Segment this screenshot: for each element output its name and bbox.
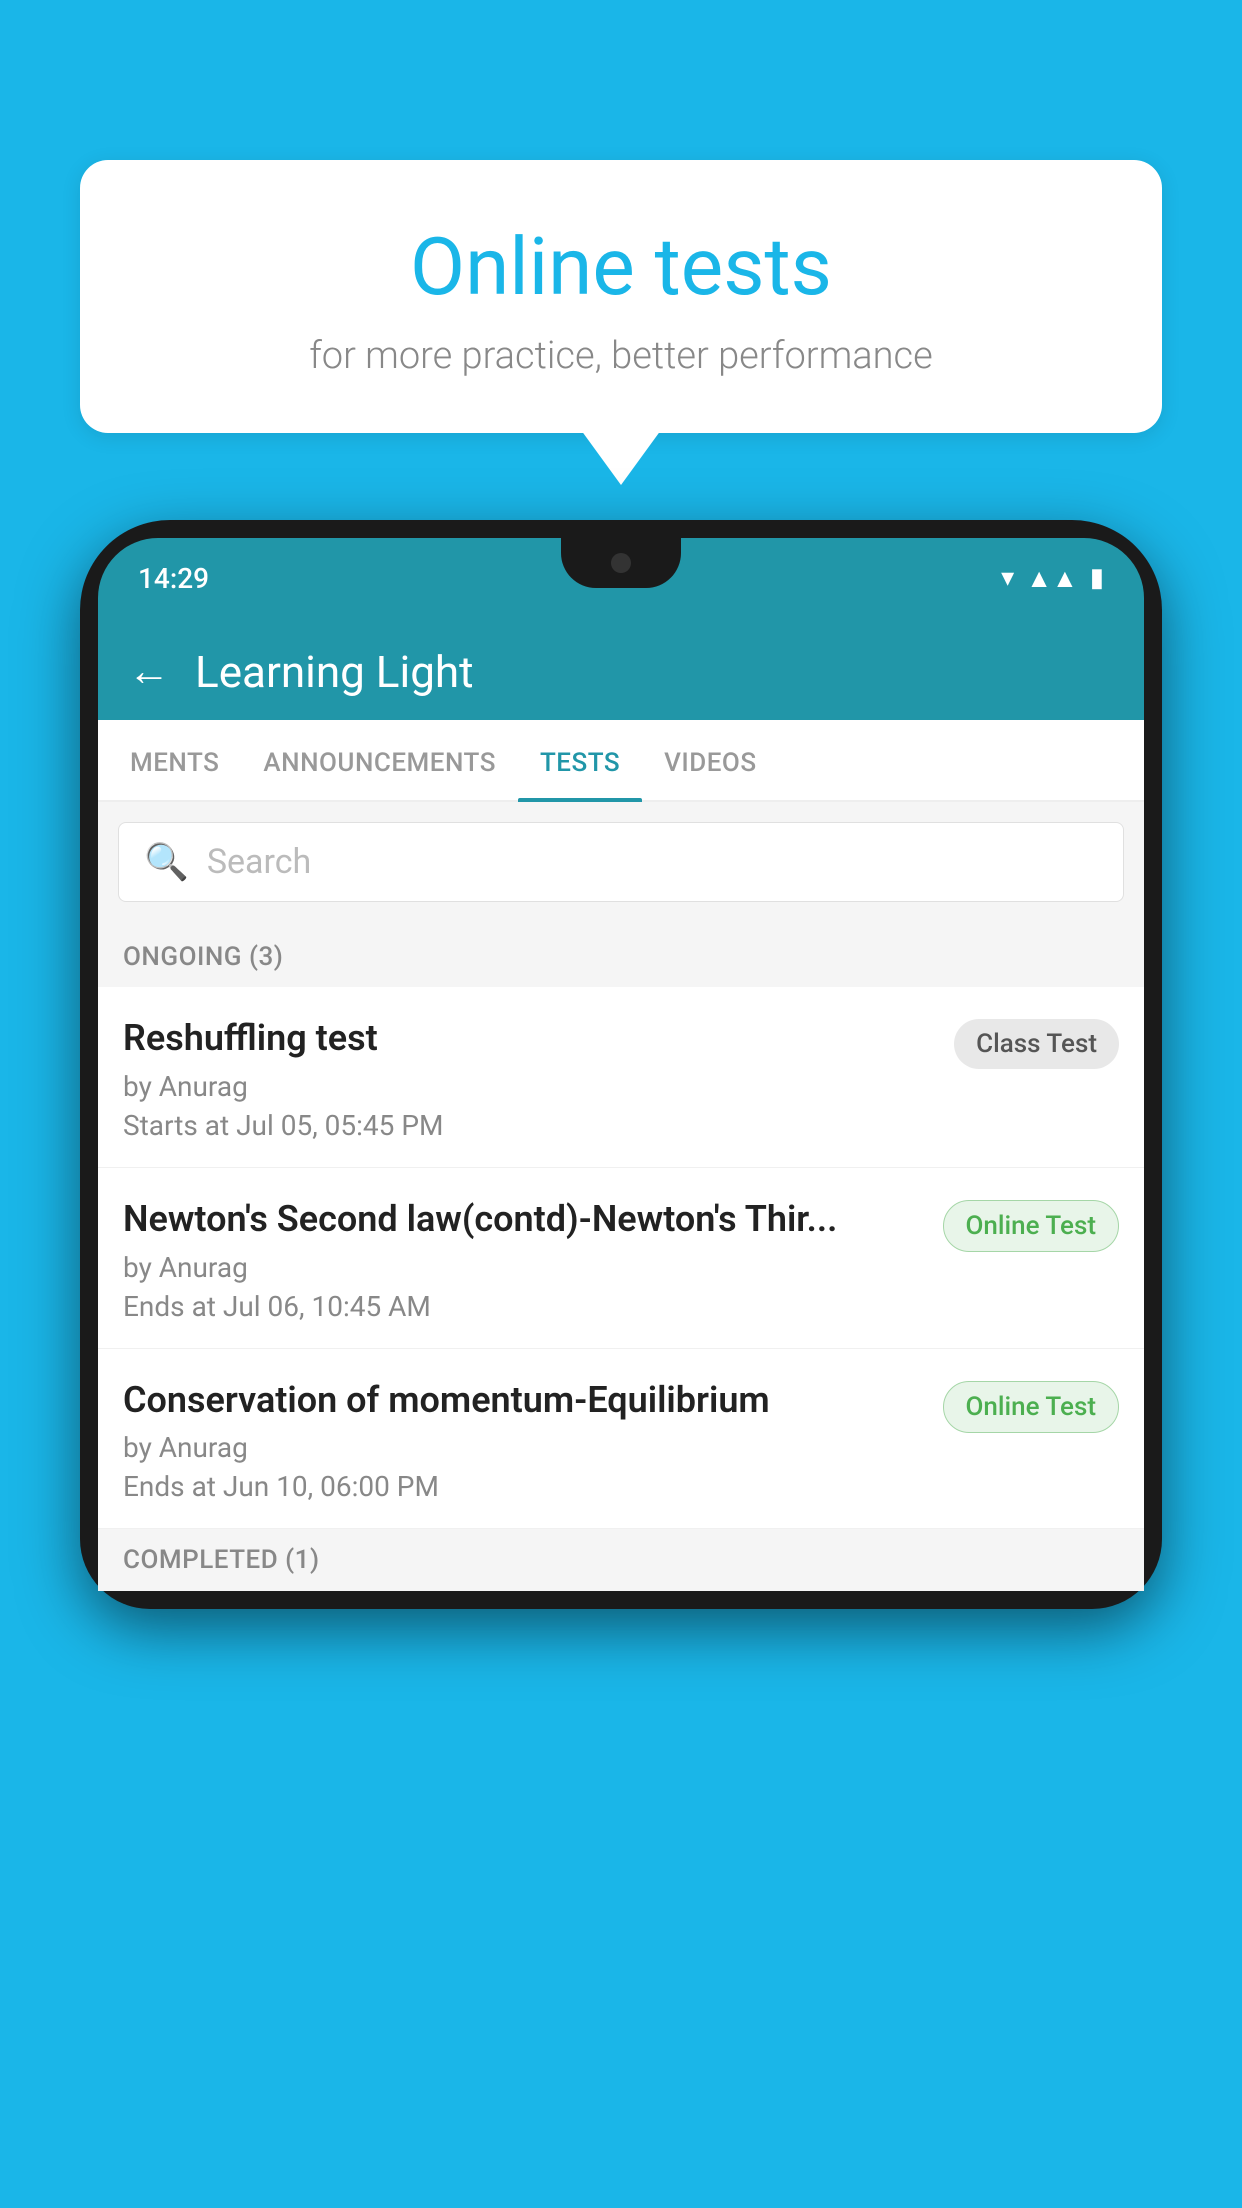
test-author-2: by Anurag	[123, 1251, 923, 1284]
test-title-1: Reshuffling test	[123, 1015, 934, 1062]
promo-bubble: Online tests for more practice, better p…	[80, 160, 1162, 433]
camera-icon	[611, 553, 631, 573]
phone-notch	[561, 538, 681, 588]
completed-label: COMPLETED (1)	[123, 1545, 320, 1575]
back-button[interactable]: ←	[128, 651, 170, 693]
phone-screen: ← Learning Light MENTS ANNOUNCEMENTS TES…	[98, 618, 1144, 1591]
test-info-3: Conservation of momentum-Equilibrium by …	[123, 1377, 943, 1504]
test-title-3: Conservation of momentum-Equilibrium	[123, 1377, 923, 1424]
tab-videos[interactable]: VIDEOS	[642, 720, 778, 800]
test-badge-3: Online Test	[943, 1381, 1120, 1433]
bubble-subtitle: for more practice, better performance	[130, 334, 1112, 378]
search-container: 🔍 Search	[98, 802, 1144, 922]
ongoing-label: ONGOING (3)	[123, 942, 283, 972]
ongoing-section-header: ONGOING (3)	[98, 922, 1144, 987]
test-badge-1: Class Test	[954, 1019, 1119, 1069]
signal-icon: ▲▲	[1026, 563, 1077, 594]
search-icon: 🔍	[144, 841, 189, 883]
tab-ments[interactable]: MENTS	[108, 720, 241, 800]
wifi-icon: ▾	[1001, 563, 1014, 593]
app-header: ← Learning Light	[98, 618, 1144, 720]
test-info-2: Newton's Second law(contd)-Newton's Thir…	[123, 1196, 943, 1323]
completed-section-header: COMPLETED (1)	[98, 1529, 1144, 1591]
search-box[interactable]: 🔍 Search	[118, 822, 1124, 902]
tab-tests[interactable]: TESTS	[518, 720, 642, 800]
test-item-3[interactable]: Conservation of momentum-Equilibrium by …	[98, 1349, 1144, 1530]
app-title: Learning Light	[195, 646, 474, 698]
tab-bar: MENTS ANNOUNCEMENTS TESTS VIDEOS	[98, 720, 1144, 802]
test-date-2: Ends at Jul 06, 10:45 AM	[123, 1290, 923, 1323]
test-item-1[interactable]: Reshuffling test by Anurag Starts at Jul…	[98, 987, 1144, 1168]
test-date-1: Starts at Jul 05, 05:45 PM	[123, 1109, 934, 1142]
phone-mockup: 14:29 ▾ ▲▲ ▮ ← Learning Light MENTS ANNO…	[80, 520, 1162, 2208]
test-list: Reshuffling test by Anurag Starts at Jul…	[98, 987, 1144, 1529]
tab-announcements[interactable]: ANNOUNCEMENTS	[241, 720, 518, 800]
status-icons: ▾ ▲▲ ▮	[1001, 563, 1104, 594]
test-info-1: Reshuffling test by Anurag Starts at Jul…	[123, 1015, 954, 1142]
test-author-1: by Anurag	[123, 1070, 934, 1103]
battery-icon: ▮	[1090, 563, 1104, 593]
test-title-2: Newton's Second law(contd)-Newton's Thir…	[123, 1196, 923, 1243]
bubble-title: Online tests	[130, 220, 1112, 314]
test-item-2[interactable]: Newton's Second law(contd)-Newton's Thir…	[98, 1168, 1144, 1349]
status-bar: 14:29 ▾ ▲▲ ▮	[98, 538, 1144, 618]
test-date-3: Ends at Jun 10, 06:00 PM	[123, 1470, 923, 1503]
test-badge-2: Online Test	[943, 1200, 1120, 1252]
status-time: 14:29	[138, 562, 209, 595]
search-placeholder-text: Search	[207, 842, 311, 882]
phone-outer: 14:29 ▾ ▲▲ ▮ ← Learning Light MENTS ANNO…	[80, 520, 1162, 1609]
test-author-3: by Anurag	[123, 1431, 923, 1464]
